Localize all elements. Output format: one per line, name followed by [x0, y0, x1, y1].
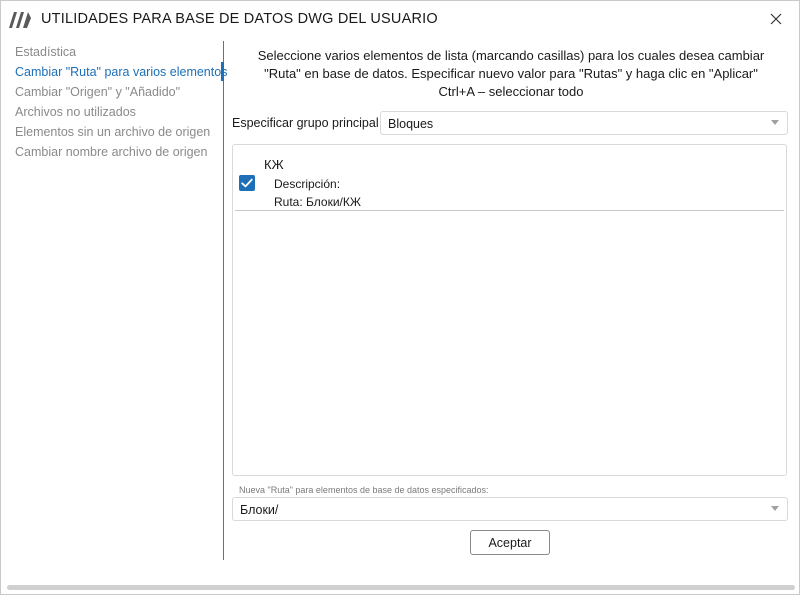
accept-button[interactable]: Aceptar — [470, 530, 550, 555]
horizontal-scrollbar[interactable] — [7, 585, 795, 590]
new-path-value: Блоки/ — [240, 503, 279, 517]
sidebar-divider — [223, 41, 224, 560]
chevron-down-icon — [771, 506, 779, 511]
group-select[interactable]: Bloques — [380, 111, 788, 135]
sidebar-item-change-path[interactable]: Cambiar "Ruta" para varios elementos — [15, 63, 227, 81]
instructions-line-2: "Ruta" en base de datos. Especificar nue… — [264, 66, 758, 81]
list-item-path: Ruta: Блоки/КЖ — [274, 195, 361, 209]
sidebar-item-change-origin[interactable]: Cambiar "Origen" y "Añadido" — [15, 83, 180, 101]
checkmark-icon — [241, 178, 253, 188]
items-list[interactable]: КЖ Descripción: Ruta: Блоки/КЖ — [232, 144, 787, 476]
sidebar-item-statistics[interactable]: Estadística — [15, 43, 76, 61]
close-icon — [770, 13, 782, 25]
sidebar-item-unused-files[interactable]: Archivos no utilizados — [15, 103, 136, 121]
dialog-window: UTILIDADES PARA BASE DE DATOS DWG DEL US… — [0, 0, 800, 595]
window-title: UTILIDADES PARA BASE DE DATOS DWG DEL US… — [41, 11, 438, 27]
list-item-description: Descripción: — [274, 177, 341, 191]
chevron-down-icon — [771, 120, 779, 125]
group-label: Especificar grupo principal — [232, 116, 379, 130]
instructions-text: Seleccione varios elementos de lista (ma… — [233, 47, 789, 101]
list-item-name: КЖ — [264, 157, 284, 172]
app-logo-icon — [9, 10, 33, 28]
close-button[interactable] — [763, 7, 789, 31]
sidebar-nav: Estadística Cambiar "Ruta" para varios e… — [1, 41, 227, 561]
instructions-line-3: Ctrl+A – seleccionar todo — [438, 84, 584, 99]
sidebar-item-rename-source-file[interactable]: Cambiar nombre archivo de origen — [15, 143, 207, 161]
active-item-marker — [221, 62, 224, 81]
title-bar: UTILIDADES PARA BASE DE DATOS DWG DEL US… — [1, 1, 799, 37]
group-select-value: Bloques — [388, 117, 434, 131]
list-item-divider — [235, 210, 784, 211]
list-item-checkbox[interactable] — [239, 175, 255, 191]
instructions-line-1: Seleccione varios elementos de lista (ma… — [257, 48, 765, 63]
new-path-label: Nueva "Ruta" para elementos de base de d… — [239, 485, 489, 495]
new-path-input[interactable]: Блоки/ — [232, 497, 788, 521]
sidebar-item-no-source-file[interactable]: Elementos sin un archivo de origen — [15, 123, 210, 141]
